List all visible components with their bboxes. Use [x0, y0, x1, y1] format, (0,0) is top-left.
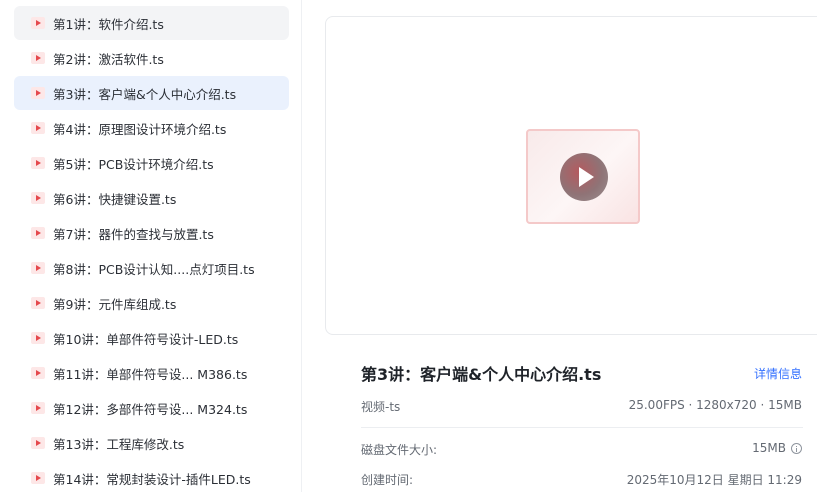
- disk-size-value: 15MB: [752, 441, 786, 455]
- list-item[interactable]: 第4讲：原理图设计环境介绍.ts: [14, 111, 289, 145]
- list-item[interactable]: 第9讲：元件库组成.ts: [14, 286, 289, 320]
- video-file-icon: [31, 262, 45, 274]
- list-item[interactable]: 第8讲：PCB设计认知....点灯项目.ts: [14, 251, 289, 285]
- file-type: 视频-ts: [361, 400, 401, 414]
- list-item-label: 第6讲：快捷键设置.ts: [53, 191, 177, 207]
- info-icon[interactable]: [791, 442, 802, 454]
- list-item-label: 第5讲：PCB设计环境介绍.ts: [53, 156, 214, 172]
- details-link[interactable]: 详情信息: [754, 365, 802, 382]
- list-item-label: 第3讲：客户端&个人中心介绍.ts: [53, 86, 237, 102]
- video-file-icon: [31, 157, 45, 169]
- created-label: 创建时间:: [361, 473, 414, 487]
- list-item-label: 第8讲：PCB设计认知....点灯项目.ts: [53, 261, 255, 277]
- created-value: 2025年10月12日 星期日 11:29: [626, 473, 802, 487]
- list-item-selected[interactable]: 第3讲：客户端&个人中心介绍.ts: [14, 76, 289, 110]
- video-file-icon: [31, 472, 45, 484]
- list-item[interactable]: 第14讲：常规封装设计-插件LED.ts: [14, 461, 289, 492]
- video-file-icon: [31, 87, 45, 99]
- disk-size-label: 磁盘文件大小:: [361, 443, 438, 457]
- list-item[interactable]: 第6讲：快捷键设置.ts: [14, 181, 289, 215]
- disk-size-row: 15MB: [752, 441, 802, 455]
- list-item-label: 第9讲：元件库组成.ts: [53, 296, 177, 312]
- file-preview-window: 第1讲：软件介绍.ts 第2讲：激活软件.ts 第3讲：客户端&个人中心介绍.t…: [0, 0, 817, 492]
- list-item-label: 第7讲：器件的查找与放置.ts: [53, 226, 214, 242]
- video-preview-panel: [325, 16, 817, 335]
- list-item[interactable]: 第12讲：多部件符号设... M324.ts: [14, 391, 289, 425]
- list-item[interactable]: 第10讲：单部件符号设计-LED.ts: [14, 321, 289, 355]
- video-file-icon: [31, 227, 45, 239]
- divider: [361, 427, 803, 428]
- list-item-label: 第1讲：软件介绍.ts: [53, 16, 164, 32]
- list-item-label: 第2讲：激活软件.ts: [53, 51, 164, 67]
- list-item-label: 第13讲：工程库修改.ts: [53, 436, 185, 452]
- video-file-icon: [31, 122, 45, 134]
- play-icon[interactable]: [560, 153, 608, 201]
- list-item[interactable]: 第13讲：工程库修改.ts: [14, 426, 289, 460]
- video-file-icon: [31, 17, 45, 29]
- list-item-label: 第11讲：单部件符号设... M386.ts: [53, 366, 248, 382]
- list-item-label: 第12讲：多部件符号设... M324.ts: [53, 401, 248, 417]
- playlist-sidebar: 第1讲：软件介绍.ts 第2讲：激活软件.ts 第3讲：客户端&个人中心介绍.t…: [0, 0, 302, 492]
- video-file-icon: [31, 437, 45, 449]
- video-file-icon: [31, 52, 45, 64]
- list-item-label: 第14讲：常规封装设计-插件LED.ts: [53, 471, 251, 487]
- list-item[interactable]: 第7讲：器件的查找与放置.ts: [14, 216, 289, 250]
- list-item-label: 第4讲：原理图设计环境介绍.ts: [53, 121, 227, 137]
- video-file-icon: [31, 402, 45, 414]
- list-item[interactable]: 第5讲：PCB设计环境介绍.ts: [14, 146, 289, 180]
- video-file-icon: [31, 367, 45, 379]
- video-file-icon: [31, 192, 45, 204]
- video-thumbnail[interactable]: [526, 129, 640, 224]
- list-item[interactable]: 第1讲：软件介绍.ts: [14, 6, 289, 40]
- list-item-label: 第10讲：单部件符号设计-LED.ts: [53, 331, 239, 347]
- list-item[interactable]: 第2讲：激活软件.ts: [14, 41, 289, 75]
- video-file-icon: [31, 332, 45, 344]
- file-title: 第3讲：客户端&个人中心介绍.ts: [361, 365, 602, 384]
- video-spec: 25.00FPS · 1280x720 · 15MB: [628, 398, 802, 412]
- video-file-icon: [31, 297, 45, 309]
- list-item[interactable]: 第11讲：单部件符号设... M386.ts: [14, 356, 289, 390]
